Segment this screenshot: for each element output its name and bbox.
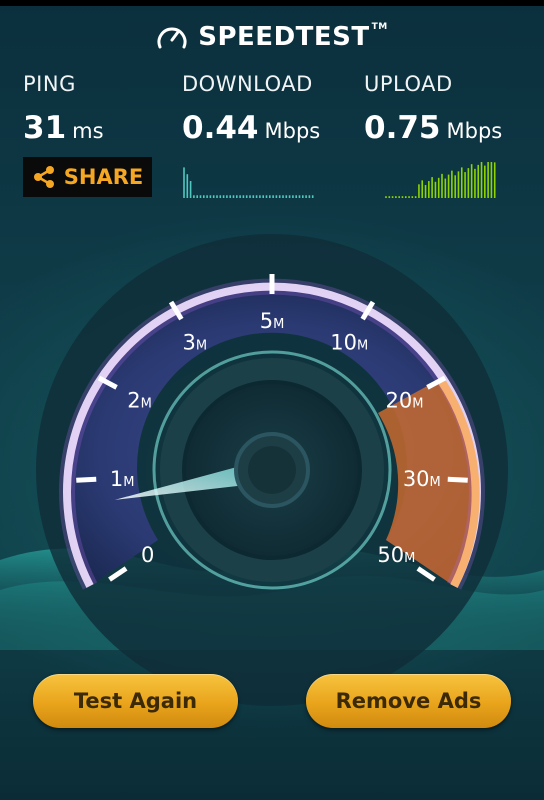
upload-graph bbox=[385, 162, 496, 198]
remove-ads-button[interactable]: Remove Ads bbox=[306, 674, 511, 728]
test-again-button[interactable]: Test Again bbox=[33, 674, 238, 728]
gauge-tick bbox=[76, 476, 97, 483]
gauge-needle-hub-inner bbox=[248, 446, 296, 494]
gauge-tick bbox=[447, 476, 468, 483]
download-graph bbox=[183, 167, 314, 198]
gauge-scale-label: 0 bbox=[141, 543, 154, 567]
